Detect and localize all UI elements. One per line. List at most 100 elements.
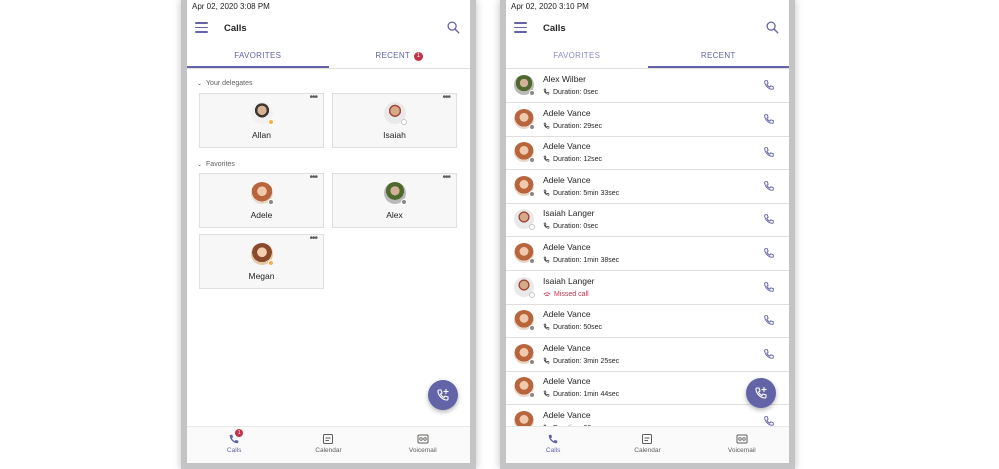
- section-favorites[interactable]: ⌄ Favorites: [197, 161, 235, 168]
- search-icon[interactable]: [447, 21, 460, 34]
- contact-name: Megan: [248, 271, 275, 281]
- more-options-icon[interactable]: •••: [442, 173, 450, 183]
- search-icon[interactable]: [766, 21, 779, 34]
- chevron-down-icon: ⌄: [197, 162, 203, 168]
- tab-recent[interactable]: RECENT 1: [329, 44, 471, 68]
- outgoing-call-icon: [543, 323, 553, 331]
- caller-name: Adele Vance: [543, 242, 591, 252]
- favorite-card-megan[interactable]: ••• Megan: [199, 234, 324, 289]
- call-detail: Duration: 50sec: [543, 323, 602, 331]
- outgoing-call-icon: [543, 122, 553, 130]
- contact-name: Isaiah: [383, 130, 406, 140]
- contact-name: Allan: [252, 130, 271, 140]
- caller-name: Adele Vance: [543, 410, 591, 420]
- calendar-icon: [641, 433, 653, 445]
- call-back-icon[interactable]: [763, 313, 775, 325]
- call-history-row[interactable]: Adele Vance Duration: 29sec: [506, 103, 789, 137]
- more-options-icon[interactable]: •••: [442, 93, 450, 103]
- avatar: [514, 142, 535, 164]
- avatar: [383, 102, 407, 125]
- avatar: [514, 276, 535, 298]
- tab-favorites[interactable]: FAVORITES: [187, 44, 329, 68]
- avatar: [514, 209, 535, 231]
- tab-favorites[interactable]: FAVORITES: [506, 44, 648, 68]
- status-time: Apr 02, 2020 3:08 PM: [192, 2, 270, 11]
- bottom-navigation: Calls Calendar Voicemail: [506, 426, 789, 463]
- call-history-row[interactable]: Alex Wilber Duration: 0sec: [506, 69, 789, 103]
- chevron-down-icon: ⌄: [197, 81, 203, 87]
- call-back-icon[interactable]: [763, 280, 775, 292]
- call-detail: Missed call: [543, 290, 589, 298]
- phone-icon: [547, 433, 559, 445]
- call-back-icon[interactable]: [763, 78, 775, 90]
- outgoing-call-icon: [543, 223, 553, 230]
- caller-name: Adele Vance: [543, 107, 591, 118]
- status-time: Apr 02, 2020 3:10 PM: [511, 2, 589, 11]
- tab-recent[interactable]: RECENT: [647, 44, 789, 68]
- call-back-icon[interactable]: [763, 212, 775, 225]
- nav-voicemail[interactable]: Voicemail: [695, 427, 789, 463]
- presence-indicator: [267, 119, 274, 125]
- avatar: [514, 343, 535, 365]
- nav-calendar[interactable]: Calendar: [600, 427, 694, 463]
- call-history-row[interactable]: Adele Vance Duration: 3min 25sec: [506, 338, 789, 372]
- nav-calls[interactable]: Calls: [506, 427, 600, 463]
- nav-calendar[interactable]: Calendar: [281, 427, 375, 463]
- app-bar: Calls: [187, 14, 470, 42]
- avatar: [514, 243, 535, 264]
- call-history-row[interactable]: Isaiah Langer Missed call: [506, 271, 789, 305]
- presence-indicator: [267, 260, 274, 266]
- call-back-icon[interactable]: [763, 246, 775, 258]
- nav-calls[interactable]: 1 Calls: [187, 427, 281, 463]
- caller-name: Adele Vance: [543, 342, 591, 353]
- favorite-card-alex[interactable]: ••• Alex: [332, 173, 457, 228]
- delegate-card-allan[interactable]: ••• Allan: [199, 93, 324, 148]
- call-history-row[interactable]: Adele Vance Duration: 50sec: [506, 304, 789, 339]
- presence-indicator: [529, 258, 535, 264]
- menu-icon[interactable]: [195, 22, 208, 33]
- menu-icon[interactable]: [514, 22, 527, 33]
- more-options-icon[interactable]: •••: [309, 234, 317, 244]
- presence-indicator: [529, 190, 535, 197]
- call-back-icon[interactable]: [763, 347, 775, 359]
- new-call-button[interactable]: [428, 380, 458, 410]
- caller-name: Isaiah Langer: [543, 208, 595, 219]
- outgoing-call-icon: [543, 357, 553, 365]
- voicemail-icon: [417, 433, 429, 445]
- favorite-card-adele[interactable]: ••• Adele: [199, 173, 324, 228]
- caller-name: Alex Wilber: [543, 74, 586, 84]
- more-options-icon[interactable]: •••: [309, 173, 317, 183]
- avatar: [250, 182, 274, 205]
- outgoing-call-icon: [543, 88, 553, 96]
- call-detail: Duration: 0sec: [543, 88, 598, 96]
- nav-voicemail[interactable]: Voicemail: [376, 427, 470, 463]
- call-history-row[interactable]: Adele Vance Duration: 5min 33sec: [506, 170, 789, 204]
- avatar: [514, 108, 535, 130]
- call-back-icon[interactable]: [763, 179, 775, 191]
- call-history-row[interactable]: Adele Vance Duration: 1min 38sec: [506, 237, 789, 271]
- calls-badge: 1: [235, 429, 244, 437]
- presence-indicator: [400, 199, 407, 205]
- caller-name: Adele Vance: [543, 376, 591, 387]
- call-detail: Duration: 1min 44sec: [543, 390, 619, 398]
- call-history-row[interactable]: Isaiah Langer Duration: 0sec: [506, 203, 789, 238]
- call-detail: Duration: 5min 33sec: [543, 189, 619, 197]
- delegate-card-isaiah[interactable]: ••• Isaiah: [332, 93, 457, 148]
- call-back-icon[interactable]: [763, 145, 775, 157]
- add-call-icon: [437, 389, 449, 401]
- call-detail: Duration: 0sec: [543, 222, 598, 230]
- call-history-row[interactable]: Adele Vance Duration: 12sec: [506, 136, 789, 171]
- more-options-icon[interactable]: •••: [309, 93, 317, 103]
- avatar: [383, 182, 407, 205]
- call-back-icon[interactable]: [763, 414, 775, 426]
- new-call-button[interactable]: [746, 378, 776, 408]
- section-delegates[interactable]: ⌄ Your delegates: [197, 80, 252, 87]
- recent-badge: 1: [414, 52, 424, 61]
- call-back-icon[interactable]: [763, 112, 775, 124]
- contact-name: Alex: [386, 210, 403, 220]
- voicemail-icon: [736, 433, 748, 445]
- contact-name: Adele: [250, 210, 273, 220]
- presence-indicator: [529, 123, 535, 130]
- call-detail: Duration: 12sec: [543, 155, 602, 163]
- calendar-icon: [322, 433, 334, 445]
